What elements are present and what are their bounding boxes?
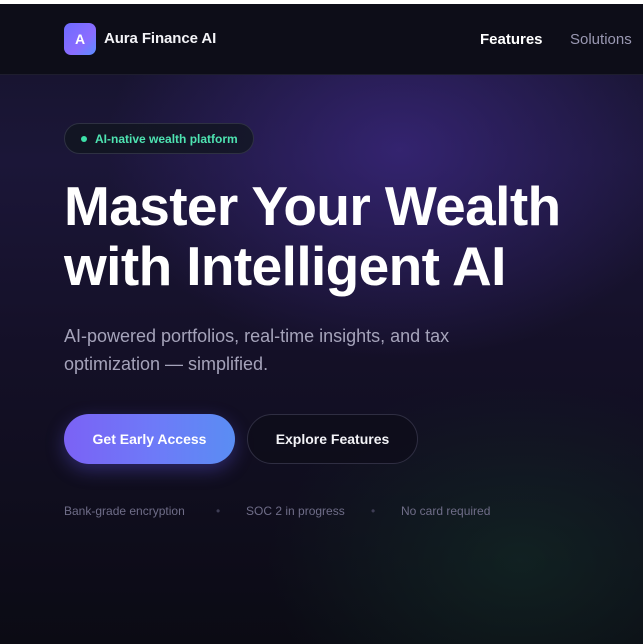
- platform-badge: AI-native wealth platform: [64, 123, 254, 154]
- status-dot-icon: [81, 136, 87, 142]
- trust-separator-dot: •: [216, 504, 221, 518]
- get-early-access-button[interactable]: Get Early Access: [64, 414, 235, 464]
- hero-title-line-2: with Intelligent AI: [64, 235, 506, 297]
- logo-icon[interactable]: A: [64, 23, 96, 55]
- brand-name[interactable]: Aura Finance AI: [104, 30, 216, 47]
- platform-badge-label: AI-native wealth platform: [95, 131, 238, 146]
- nav-link-features[interactable]: Features: [480, 31, 543, 48]
- trust-separator-dot: •: [371, 504, 376, 518]
- hero-title-line-1: Master Your Wealth: [64, 175, 561, 237]
- explore-features-button[interactable]: Explore Features: [247, 414, 418, 464]
- navbar: A Aura Finance AI Features Solutions: [0, 4, 643, 75]
- trust-item-encryption: Bank-grade encryption: [64, 504, 185, 518]
- trust-item-no-card: No card required: [401, 504, 491, 518]
- logo-letter: A: [74, 31, 86, 47]
- hero-subtitle: AI-powered portfolios, real-time insight…: [64, 326, 450, 374]
- nav-link-solutions[interactable]: Solutions: [570, 31, 632, 48]
- landing-page: A Aura Finance AI Features Solutions AI-…: [0, 0, 643, 644]
- hero-title: Master Your Wealth with Intelligent AI: [64, 176, 634, 296]
- trust-item-soc2: SOC 2 in progress: [246, 504, 345, 518]
